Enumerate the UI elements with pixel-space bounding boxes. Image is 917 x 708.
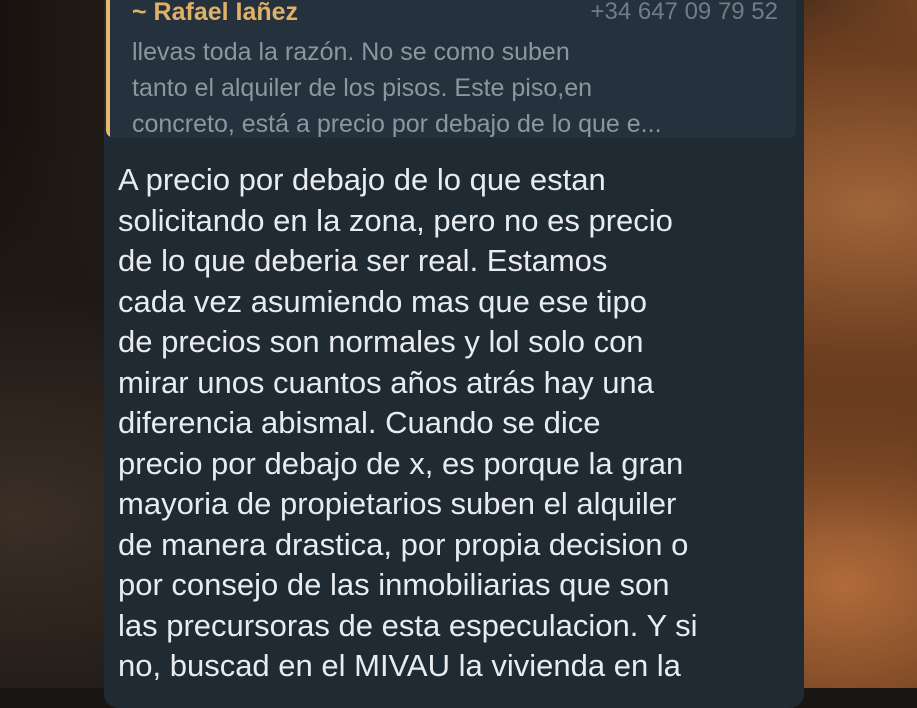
quoted-reply[interactable]: ~ Rafael Iañez +34 647 09 79 52 llevas t…: [106, 0, 796, 138]
message-text: A precio por debajo de lo que estan soli…: [118, 160, 798, 687]
reply-line: concreto, está a precio por debajo de lo…: [132, 110, 662, 138]
reply-line: llevas toda la razón. No se como suben: [132, 38, 570, 66]
reply-preview-text: llevas toda la razón. No se como suben t…: [132, 34, 772, 138]
message-line: A precio por debajo de lo que estan: [118, 162, 606, 197]
message-line: cada vez asumiendo mas que ese tipo: [118, 283, 648, 319]
message-line: de manera drastica, por propia decision …: [118, 526, 689, 562]
message-line: precio por debajo de x, es porque la gra…: [118, 445, 684, 481]
reply-line: tanto el alquiler de los pisos. Este pis…: [132, 74, 592, 102]
message-line: mirar unos cuantos años atrás hay una: [118, 364, 654, 400]
reply-sender-name: ~ Rafael Iañez: [132, 0, 299, 26]
message-line: diferencia abismal. Cuando se dice: [118, 405, 601, 440]
message-line: mayoria de propietarios suben el alquile…: [118, 486, 677, 521]
message-line: de lo que deberia ser real. Estamos: [118, 243, 608, 278]
message-line: por consejo de las inmobiliarias que son: [118, 567, 670, 602]
message-line: no, buscad en el MIVAU la vivienda en la: [118, 648, 681, 683]
message-line: solicitando en la zona, pero no es preci…: [118, 202, 673, 238]
message-line: de precios son normales y lol solo con: [118, 324, 644, 359]
reply-accent-bar: [106, 0, 110, 138]
message-line: las precursoras de esta especulacion. Y …: [118, 607, 698, 643]
reply-sender-phone: +34 647 09 79 52: [590, 0, 778, 25]
